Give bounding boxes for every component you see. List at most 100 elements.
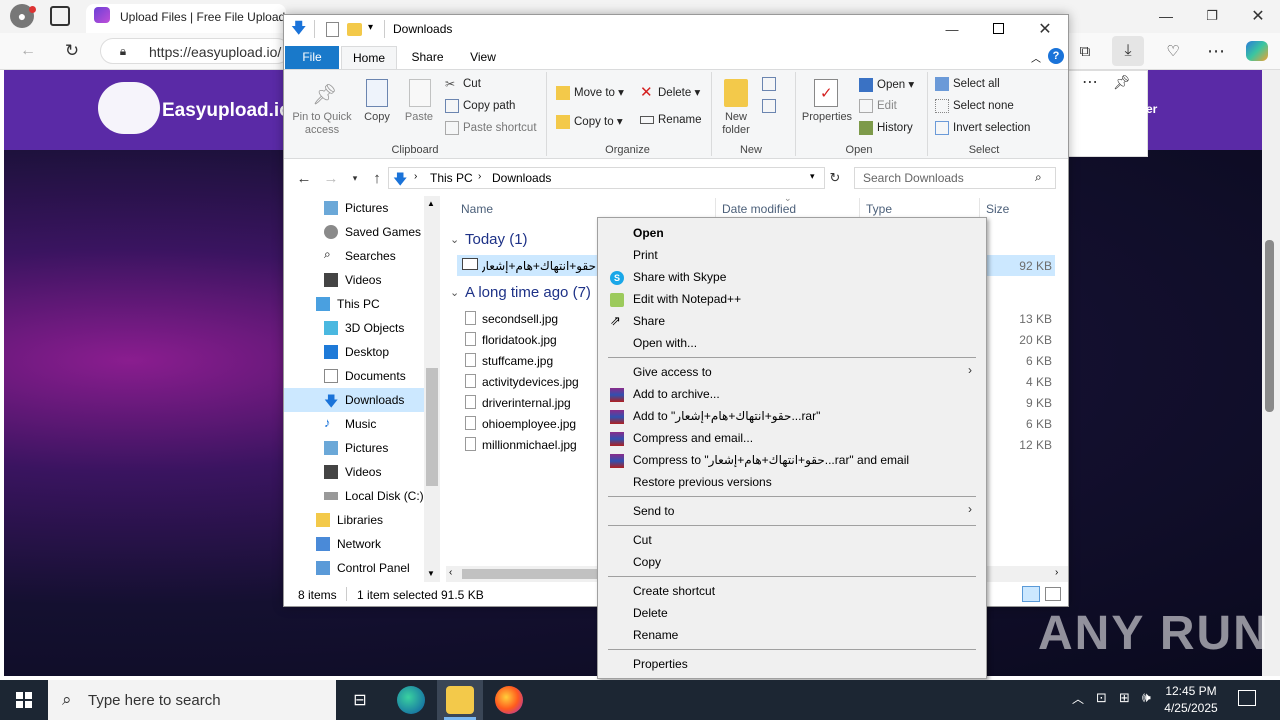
menu-item-open[interactable]: Open xyxy=(633,226,664,240)
new-folder-button[interactable]: New folder xyxy=(714,111,758,137)
explorer-refresh-icon[interactable]: ↻ xyxy=(826,168,844,188)
menu-item-share[interactable]: Share xyxy=(633,314,665,328)
menu-item-create-shortcut[interactable]: Create shortcut xyxy=(633,584,715,598)
hscroll-left-icon[interactable]: ‹ xyxy=(449,567,452,578)
group-header-today[interactable]: Today (1) xyxy=(465,231,528,248)
copy-path-button[interactable]: Copy path xyxy=(445,99,515,113)
column-date-modified[interactable]: Date modified xyxy=(722,202,796,216)
nav-item-this-pc[interactable]: This PC xyxy=(284,292,424,316)
close-window-icon[interactable]: ✕ xyxy=(1248,6,1268,26)
select-all-button[interactable]: Select all xyxy=(935,77,1000,91)
menu-item-delete[interactable]: Delete xyxy=(633,606,668,620)
menu-item-compress-rar-email[interactable]: Compress to "حقو+انتهاك+هام+إشعار...rar"… xyxy=(633,453,909,467)
explorer-maximize-icon[interactable] xyxy=(993,23,1004,34)
breadcrumb-downloads[interactable]: Downloads xyxy=(492,171,551,185)
group-collapse-icon[interactable]: ⌄ xyxy=(450,233,459,246)
browser-tab[interactable]: Upload Files | Free File Upload a xyxy=(86,4,286,33)
page-scrollbar-thumb[interactable] xyxy=(1265,240,1274,412)
lock-icon[interactable]: 🔒︎ xyxy=(116,43,130,59)
nav-item-pictures[interactable]: Pictures xyxy=(284,196,424,220)
nav-scroll-down-icon[interactable]: ▼ xyxy=(427,569,435,578)
delete-button[interactable]: ✕ Delete ▾ xyxy=(640,85,700,100)
tab-file[interactable]: File xyxy=(285,46,339,69)
menu-item-restore-versions[interactable]: Restore previous versions xyxy=(633,475,772,489)
menu-item-give-access[interactable]: Give access to xyxy=(633,365,712,379)
nav-item-music[interactable]: ♪ Music xyxy=(284,412,424,436)
edge-taskbar-icon[interactable] xyxy=(397,686,425,714)
breadcrumb-chevron-icon[interactable]: › xyxy=(414,171,417,182)
pin-icon[interactable]: 📌︎ xyxy=(1112,72,1132,92)
paste-button[interactable]: Paste xyxy=(400,111,438,123)
volume-icon[interactable]: 🕪︎ xyxy=(1142,689,1151,706)
history-button[interactable]: History xyxy=(859,121,913,135)
nav-item-local-disk[interactable]: Local Disk (C:) xyxy=(284,484,424,508)
pin-quick-access-button[interactable]: Pin to Quick access xyxy=(289,111,355,137)
details-view-icon[interactable] xyxy=(1022,586,1040,602)
back-icon[interactable]: ← xyxy=(18,41,38,61)
taskbar-clock[interactable]: 12:45 PM 4/25/2025 xyxy=(1158,683,1224,717)
file-name[interactable]: millionmichael.jpg xyxy=(482,438,577,452)
firefox-taskbar-icon[interactable] xyxy=(495,686,523,714)
file-name[interactable]: ohioemployee.jpg xyxy=(482,417,576,431)
nav-scroll-up-icon[interactable]: ▲ xyxy=(427,199,435,208)
nav-item-searches[interactable]: ⌕ Searches xyxy=(284,244,424,268)
flyout-more-icon[interactable]: ⋯ xyxy=(1080,72,1100,92)
column-name[interactable]: Name xyxy=(461,202,493,216)
nav-item-videos[interactable]: Videos xyxy=(284,268,424,292)
nav-item-saved-games[interactable]: Saved Games xyxy=(284,220,424,244)
site-logo-text[interactable]: Easyupload.io xyxy=(162,100,291,122)
copy-to-button[interactable]: Copy to ▾ xyxy=(556,114,623,129)
browser-essentials-icon[interactable]: ♡ xyxy=(1163,41,1183,61)
up-folder-icon[interactable]: ↑ xyxy=(368,169,386,187)
breadcrumb-this-pc[interactable]: This PC xyxy=(430,171,473,185)
hscroll-right-icon[interactable]: › xyxy=(1055,567,1058,578)
paste-shortcut-button[interactable]: Paste shortcut xyxy=(445,121,537,135)
invert-selection-button[interactable]: Invert selection xyxy=(935,121,1030,135)
task-view-icon[interactable]: ⊟ xyxy=(348,688,372,712)
tab-home[interactable]: Home xyxy=(341,46,397,69)
tab-view[interactable]: View xyxy=(458,46,508,69)
menu-item-print[interactable]: Print xyxy=(633,248,658,262)
nav-item-control-panel[interactable]: Control Panel xyxy=(284,556,424,580)
address-dropdown-icon[interactable]: ▾ xyxy=(810,171,815,182)
menu-item-compress-email[interactable]: Compress and email... xyxy=(633,431,753,445)
tab-share[interactable]: Share xyxy=(400,46,455,69)
help-icon[interactable]: ? xyxy=(1048,48,1064,64)
explorer-minimize-icon[interactable]: — xyxy=(942,20,962,38)
new-folder-qat-icon[interactable] xyxy=(347,23,362,36)
nav-item-videos-2[interactable]: Videos xyxy=(284,460,424,484)
nav-item-3d-objects[interactable]: 3D Objects xyxy=(284,316,424,340)
new-item-icon[interactable] xyxy=(762,77,776,91)
taskbar-search-box[interactable]: Type here to search xyxy=(48,680,336,720)
group-header-old[interactable]: A long time ago (7) xyxy=(465,284,591,301)
tray-device-icon[interactable]: ⊡ xyxy=(1096,690,1107,706)
tab-actions-icon[interactable] xyxy=(50,6,70,26)
menu-item-rename[interactable]: Rename xyxy=(633,628,678,642)
menu-item-cut[interactable]: Cut xyxy=(633,533,652,547)
nav-pane-scroll-thumb[interactable] xyxy=(426,368,438,486)
hscroll-thumb[interactable] xyxy=(462,569,597,579)
properties-button[interactable]: Properties xyxy=(798,111,856,123)
menu-item-copy[interactable]: Copy xyxy=(633,555,661,569)
restore-icon[interactable]: ❐ xyxy=(1202,6,1222,26)
start-button[interactable] xyxy=(16,692,32,708)
collections-icon[interactable]: ⧉ xyxy=(1075,41,1095,61)
nav-item-libraries[interactable]: Libraries xyxy=(284,508,424,532)
large-icons-view-icon[interactable] xyxy=(1045,587,1061,601)
menu-item-send-to[interactable]: Send to xyxy=(633,504,674,518)
notification-center-icon[interactable] xyxy=(1238,690,1256,706)
ribbon-collapse-icon[interactable]: ︿ xyxy=(1031,50,1041,65)
edit-button[interactable]: Edit xyxy=(859,99,897,113)
refresh-icon[interactable]: ↻ xyxy=(62,41,82,61)
column-type[interactable]: Type xyxy=(866,202,892,216)
tray-chevron-icon[interactable]: ︿ xyxy=(1072,690,1084,707)
menu-item-properties[interactable]: Properties xyxy=(633,657,688,671)
explorer-forward-icon[interactable]: → xyxy=(322,169,340,187)
file-name[interactable]: secondsell.jpg xyxy=(482,312,558,326)
network-tray-icon[interactable]: ⊞ xyxy=(1119,690,1130,706)
explorer-close-icon[interactable]: ✕ xyxy=(1035,19,1055,39)
menu-item-add-archive[interactable]: Add to archive... xyxy=(633,387,720,401)
column-size[interactable]: Size xyxy=(986,202,1009,216)
nav-item-network[interactable]: Network xyxy=(284,532,424,556)
explorer-back-icon[interactable]: ← xyxy=(295,169,313,187)
